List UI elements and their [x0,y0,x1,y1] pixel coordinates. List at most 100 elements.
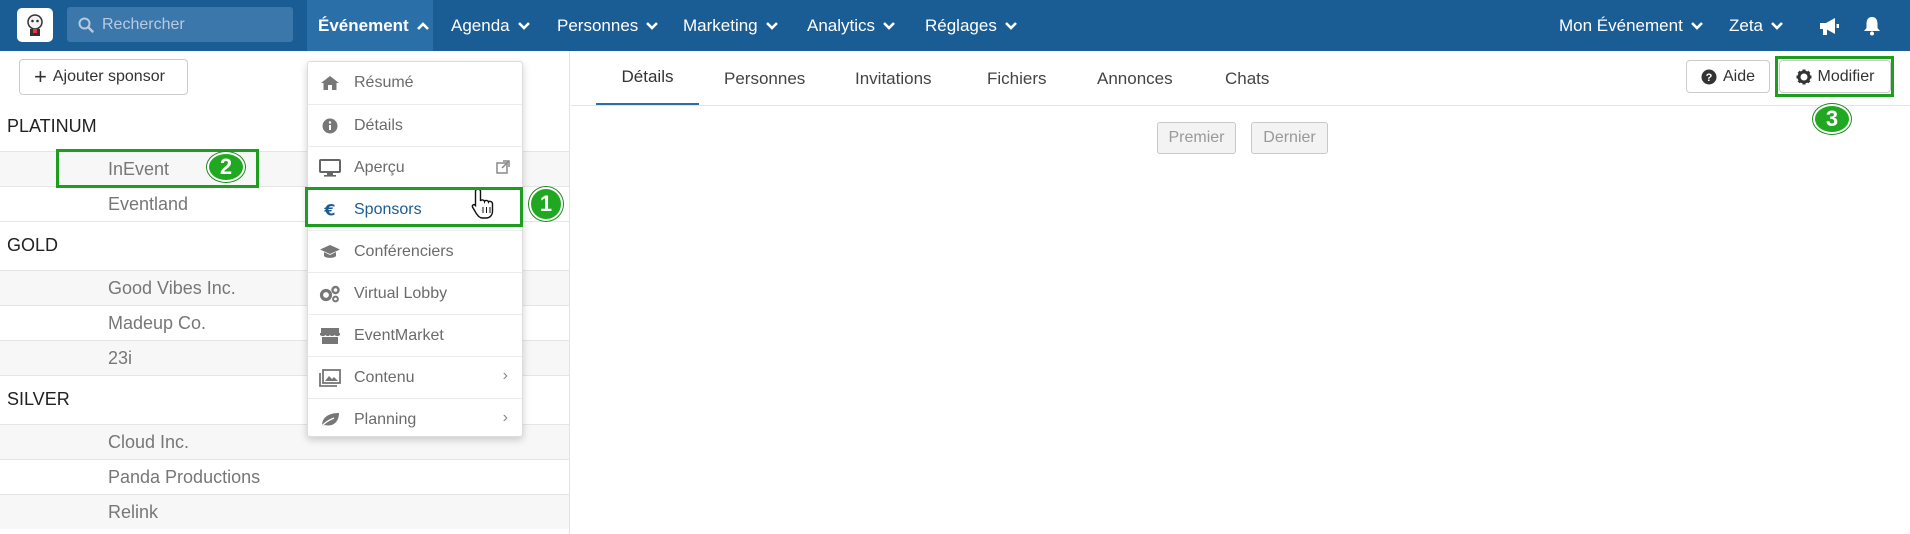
menu-item-apercu[interactable]: Aperçu [308,146,522,188]
tab-details[interactable]: Détails [596,51,699,106]
nav-label: Événement [318,15,409,35]
nav-agenda[interactable]: Agenda [451,0,531,51]
search-box[interactable] [67,7,293,42]
tab-invitations[interactable]: Invitations [855,51,932,106]
nav-reglages[interactable]: Réglages [925,0,1018,51]
menu-label: Résumé [354,74,414,91]
chevron-down-icon [765,21,778,30]
question-circle-icon: ? [1701,69,1717,84]
chevron-down-icon [883,21,895,30]
highlight-box-sponsors [305,187,523,227]
bell-icon [1864,16,1880,35]
image-icon [319,368,341,387]
menu-item-conferenciers[interactable]: Conférenciers [308,230,522,272]
sponsor-name: Relink [108,501,159,522]
monitor-icon [319,158,341,177]
sponsor-row[interactable]: Panda Productions [0,459,569,494]
nav-personnes[interactable]: Personnes [557,0,659,51]
info-icon [319,118,341,134]
external-link-icon [496,160,510,179]
chevron-down-icon [1690,21,1703,30]
menu-label: Conférenciers [354,242,454,260]
nav-zeta[interactable]: Zeta [1729,0,1784,51]
sponsor-name: Cloud Inc. [108,431,190,452]
step-number: 2 [219,154,233,179]
tab-label: Annonces [1097,68,1173,88]
tab-label: Personnes [724,68,806,88]
chevron-right-icon: › [502,409,508,426]
nav-mon-evenement[interactable]: Mon Événement [1559,0,1704,51]
menu-label: Virtual Lobby [354,284,448,302]
chevron-down-icon [1004,21,1017,30]
nav-label: Analytics [807,15,876,35]
last-label: Dernier [1263,129,1316,146]
menu-item-contenu[interactable]: Contenu › [308,356,522,398]
step-badge-3: 3 [1813,104,1851,134]
search-icon [78,17,94,33]
megaphone-icon [1820,17,1839,35]
tab-label: Détails [621,67,674,86]
tab-chats[interactable]: Chats [1225,51,1269,106]
menu-item-planning[interactable]: Planning › [308,398,522,440]
gears-icon [319,285,341,303]
nav-marketing[interactable]: Marketing [683,0,779,51]
chevron-down-icon [1771,21,1783,30]
top-navbar: Événement Agenda Personnes Marketing Ana… [0,0,1910,51]
tab-fichiers[interactable]: Fichiers [987,51,1047,106]
group-title-platinum: PLATINUM [7,116,97,136]
nav-label: Marketing [683,15,758,35]
nav-analytics[interactable]: Analytics [807,0,896,51]
step-number: 3 [1825,106,1839,131]
menu-label: EventMarket [354,326,444,344]
group-title-silver: SILVER [7,389,70,409]
nav-label: Mon Événement [1559,15,1683,35]
tab-annonces[interactable]: Annonces [1097,51,1173,106]
help-label: Aide [1722,67,1756,85]
tab-label: Fichiers [987,68,1047,88]
chevron-down-icon [517,21,530,30]
menu-label: Détails [354,116,403,134]
tab-personnes[interactable]: Personnes [724,51,805,106]
leaf-icon [319,411,341,429]
highlight-box-modifier [1775,56,1894,97]
nav-label: Zeta [1729,15,1764,35]
sponsor-name: Eventland [108,193,189,214]
tab-label: Invitations [855,68,932,88]
menu-item-eventmarket[interactable]: EventMarket [308,314,522,356]
menu-item-resume[interactable]: Résumé [308,62,522,104]
evenement-dropdown-menu: Résumé Détails Aperçu € Sponsors Confére… [307,61,523,437]
app-logo[interactable] [17,8,53,42]
sponsor-name: Good Vibes Inc. [108,277,236,298]
nav-label: Personnes [557,15,639,35]
sponsor-name: Panda Productions [108,466,261,487]
add-sponsor-button[interactable]: + Ajouter sponsor [19,59,188,95]
tabbar-divider [571,105,1910,106]
first-page-button[interactable]: Premier [1157,122,1236,154]
help-button[interactable]: ? Aide [1686,60,1770,93]
chevron-right-icon: › [502,367,508,384]
store-icon [319,327,341,345]
add-sponsor-label: Ajouter sponsor [52,68,165,85]
menu-item-details[interactable]: Détails [308,104,522,146]
search-input[interactable] [102,15,282,34]
chevron-up-icon [416,21,429,30]
last-page-button[interactable]: Dernier [1251,122,1328,154]
graduation-cap-icon [319,244,341,260]
sponsor-row[interactable]: Relink [0,494,569,529]
mascot-logo-icon [27,14,43,36]
menu-label: Aperçu [354,158,405,176]
plus-icon: + [34,64,47,89]
svg-text:?: ? [1706,72,1713,84]
group-title-gold: GOLD [7,235,59,255]
announcements-button[interactable] [1808,0,1850,51]
step-badge-1: 1 [529,187,563,221]
nav-evenement[interactable]: Événement [307,0,433,51]
menu-item-virtual-lobby[interactable]: Virtual Lobby [308,272,522,314]
menu-label: Contenu [354,368,415,386]
sponsor-name: 23i [108,347,133,368]
home-icon [319,75,341,91]
first-label: Premier [1168,129,1225,146]
chevron-down-icon [646,21,659,30]
step-number: 1 [539,191,553,216]
notifications-button[interactable] [1852,0,1892,51]
